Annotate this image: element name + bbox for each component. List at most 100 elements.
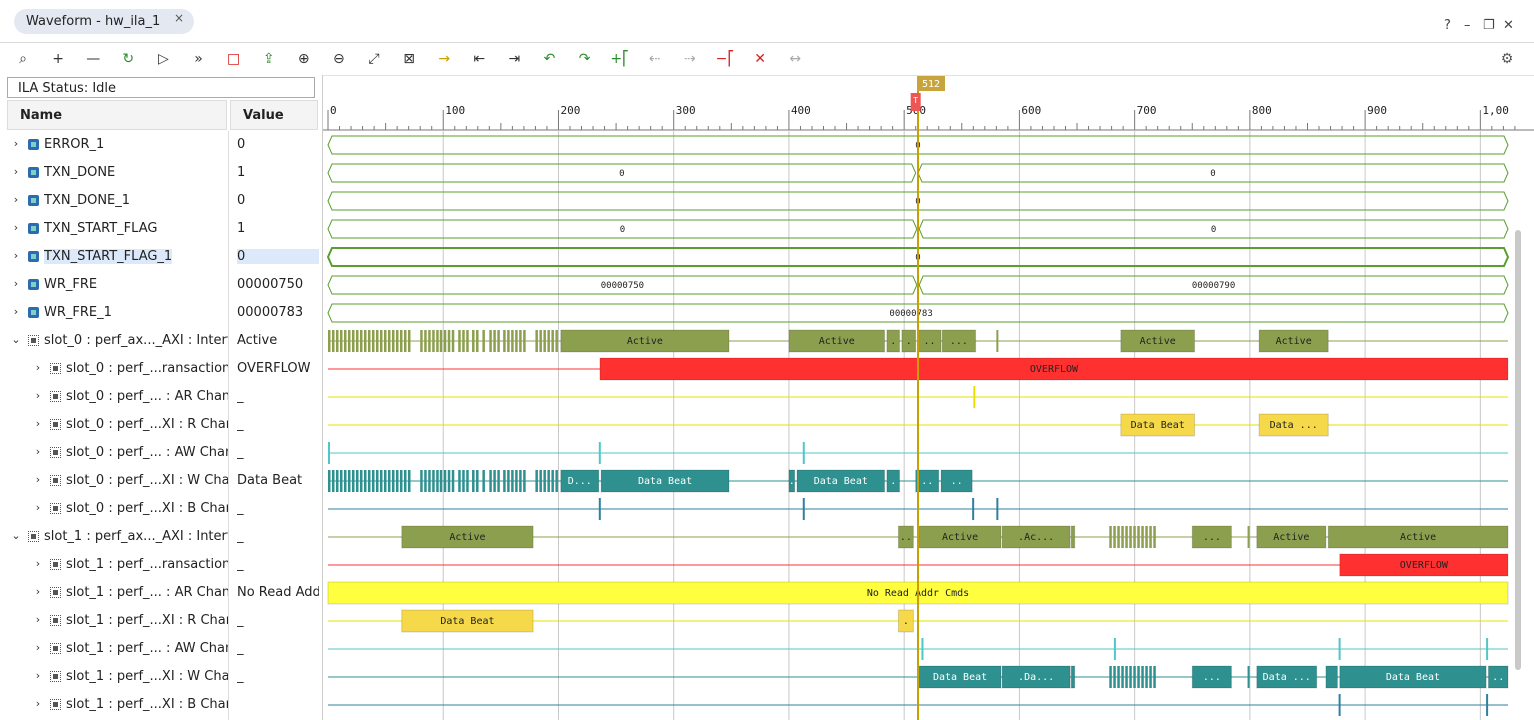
stop-icon[interactable]: □ <box>223 49 245 69</box>
go-to-cursor-icon[interactable]: → <box>433 49 455 69</box>
signal-name[interactable]: slot_1 : perf_...ransactions C <box>66 557 228 572</box>
signal-row[interactable]: › slot_1 : perf_...XI : W Channel _ <box>0 663 322 691</box>
signal-row[interactable]: ⌄ slot_1 : perf_ax..._AXI : Interface _ <box>0 523 322 551</box>
expand-icon[interactable]: › <box>32 557 44 570</box>
signal-name[interactable]: slot_0 : perf_...XI : B Channel <box>66 501 228 516</box>
signal-name[interactable]: TXN_START_FLAG_1 <box>44 249 173 264</box>
close-window-icon[interactable]: ✕ <box>1503 18 1514 33</box>
expand-icon[interactable]: › <box>32 389 44 402</box>
delete-marker-icon[interactable]: −⎡ <box>714 49 736 69</box>
signal-name[interactable]: slot_1 : perf_ax..._AXI : Interface <box>44 529 228 544</box>
zoom-selection-icon[interactable]: ⊠ <box>398 49 420 69</box>
name-column-header[interactable]: Name <box>7 100 227 130</box>
signal-row[interactable]: › slot_0 : perf_...ransactions C OVERFLOW <box>0 355 322 383</box>
close-tab-icon[interactable]: × <box>174 11 184 25</box>
expand-icon[interactable]: › <box>32 361 44 374</box>
expand-icon[interactable]: › <box>32 417 44 430</box>
expand-icon[interactable]: › <box>32 613 44 626</box>
zoom-fit-icon[interactable]: ⤢ <box>363 49 385 69</box>
expand-icon[interactable]: › <box>10 249 22 262</box>
signal-name[interactable]: TXN_DONE_1 <box>44 193 130 208</box>
value-column-header[interactable]: Value <box>230 100 318 130</box>
settings-icon[interactable]: ⚙ <box>1496 49 1518 69</box>
expand-icon[interactable]: › <box>10 221 22 234</box>
signal-name[interactable]: ERROR_1 <box>44 137 104 152</box>
signal-name[interactable]: WR_FRE_1 <box>44 305 112 320</box>
expand-icon[interactable]: › <box>10 165 22 178</box>
run-immediate-icon[interactable]: » <box>188 49 210 69</box>
signal-row[interactable]: › TXN_DONE 1 <box>0 159 322 187</box>
help-icon[interactable]: ? <box>1444 18 1451 33</box>
go-to-end-icon[interactable]: ⇥ <box>503 49 525 69</box>
signal-name[interactable]: TXN_START_FLAG <box>44 221 157 236</box>
expand-icon[interactable]: › <box>10 305 22 318</box>
run-trigger-icon[interactable]: ▷ <box>152 49 174 69</box>
search-icon[interactable]: ⌕ <box>12 49 34 69</box>
event-marker <box>972 498 975 520</box>
signal-name[interactable]: slot_1 : perf_...XI : W Channel <box>66 669 228 684</box>
collapse-icon[interactable]: ⌄ <box>10 529 22 542</box>
signal-row[interactable]: › slot_1 : perf_... : AR Channel No Read A… <box>0 579 322 607</box>
expand-icon[interactable]: › <box>32 585 44 598</box>
signal-row[interactable]: › WR_FRE 00000750 <box>0 271 322 299</box>
signal-row[interactable]: › slot_1 : perf_... : AW Channel _ <box>0 635 322 663</box>
signal-row[interactable]: › slot_0 : perf_... : AR Channel _ <box>0 383 322 411</box>
signal-row[interactable]: › slot_0 : perf_...XI : R Channel _ <box>0 411 322 439</box>
signal-name[interactable]: TXN_DONE <box>44 165 115 180</box>
previous-transition-icon[interactable]: ↶ <box>539 49 561 69</box>
delete-all-markers-icon[interactable]: ✕ <box>749 49 771 69</box>
tab-waveform[interactable]: Waveform - hw_ila_1 × <box>14 9 194 34</box>
previous-marker-icon[interactable]: ⇠ <box>644 49 666 69</box>
expand-icon[interactable]: › <box>10 137 22 150</box>
signal-name[interactable]: slot_0 : perf_...ransactions C <box>66 361 228 376</box>
signal-row[interactable]: › TXN_START_FLAG_1 0 <box>0 243 322 271</box>
signal-name[interactable]: slot_0 : perf_...XI : W Channel <box>66 473 228 488</box>
signal-row[interactable]: › WR_FRE_1 00000783 <box>0 299 322 327</box>
signal-name[interactable]: slot_0 : perf_... : AW Channel <box>66 445 228 460</box>
waveform-pane[interactable]: 01002003004005006007008009001,0000000000… <box>322 75 1534 720</box>
auto-refresh-icon[interactable]: ↻ <box>117 49 139 69</box>
expand-icon[interactable]: › <box>32 445 44 458</box>
expand-icon[interactable]: › <box>32 641 44 654</box>
expand-icon[interactable]: › <box>32 501 44 514</box>
vertical-scrollbar[interactable] <box>1515 230 1521 670</box>
zoom-out-icon[interactable]: ⊖ <box>328 49 350 69</box>
expand-icon[interactable]: › <box>32 669 44 682</box>
signal-row[interactable]: › slot_0 : perf_...XI : B Channel _ <box>0 495 322 523</box>
signal-name[interactable]: slot_0 : perf_...XI : R Channel <box>66 417 228 432</box>
waveform-canvas[interactable]: 01002003004005006007008009001,0000000000… <box>323 75 1534 720</box>
next-marker-icon[interactable]: ⇢ <box>679 49 701 69</box>
signal-row[interactable]: › TXN_DONE_1 0 <box>0 187 322 215</box>
column-divider[interactable] <box>228 131 229 720</box>
go-to-start-icon[interactable]: ⇤ <box>468 49 490 69</box>
signal-name[interactable]: WR_FRE <box>44 277 97 292</box>
remove-icon[interactable]: — <box>82 49 104 69</box>
restore-icon[interactable]: ❐ <box>1483 18 1495 33</box>
expand-icon[interactable]: › <box>32 473 44 486</box>
signal-name[interactable]: slot_1 : perf_... : AW Channel <box>66 641 228 656</box>
signal-row[interactable]: › ERROR_1 0 <box>0 131 322 159</box>
signal-row[interactable]: › slot_1 : perf_...XI : R Channel _ <box>0 607 322 635</box>
next-transition-icon[interactable]: ↷ <box>574 49 596 69</box>
add-icon[interactable]: + <box>47 49 69 69</box>
signal-row[interactable]: › TXN_START_FLAG 1 <box>0 215 322 243</box>
signal-row[interactable]: › slot_1 : perf_...XI : B Channel <box>0 691 322 719</box>
signal-name[interactable]: slot_1 : perf_...XI : R Channel <box>66 613 228 628</box>
expand-icon[interactable]: › <box>10 277 22 290</box>
collapse-icon[interactable]: ⌄ <box>10 333 22 346</box>
signal-row[interactable]: › slot_0 : perf_... : AW Channel _ <box>0 439 322 467</box>
signal-name[interactable]: slot_0 : perf_ax..._AXI : Interface <box>44 333 228 348</box>
export-icon[interactable]: ⇪ <box>258 49 280 69</box>
signal-row[interactable]: ⌄ slot_0 : perf_ax..._AXI : Interface Acti… <box>0 327 322 355</box>
signal-name[interactable]: slot_0 : perf_... : AR Channel <box>66 389 228 404</box>
minimize-icon[interactable]: – <box>1464 18 1471 33</box>
signal-row[interactable]: › slot_1 : perf_...ransactions C _ <box>0 551 322 579</box>
zoom-in-icon[interactable]: ⊕ <box>293 49 315 69</box>
signal-row[interactable]: › slot_0 : perf_...XI : W Channel Data Bea… <box>0 467 322 495</box>
expand-icon[interactable]: › <box>10 193 22 206</box>
swap-cursors-icon[interactable]: ↔ <box>784 49 806 69</box>
add-marker-icon[interactable]: +⎡ <box>609 49 631 69</box>
signal-name[interactable]: slot_1 : perf_... : AR Channel <box>66 585 228 600</box>
expand-icon[interactable]: › <box>32 697 44 710</box>
signal-name[interactable]: slot_1 : perf_...XI : B Channel <box>66 697 228 712</box>
